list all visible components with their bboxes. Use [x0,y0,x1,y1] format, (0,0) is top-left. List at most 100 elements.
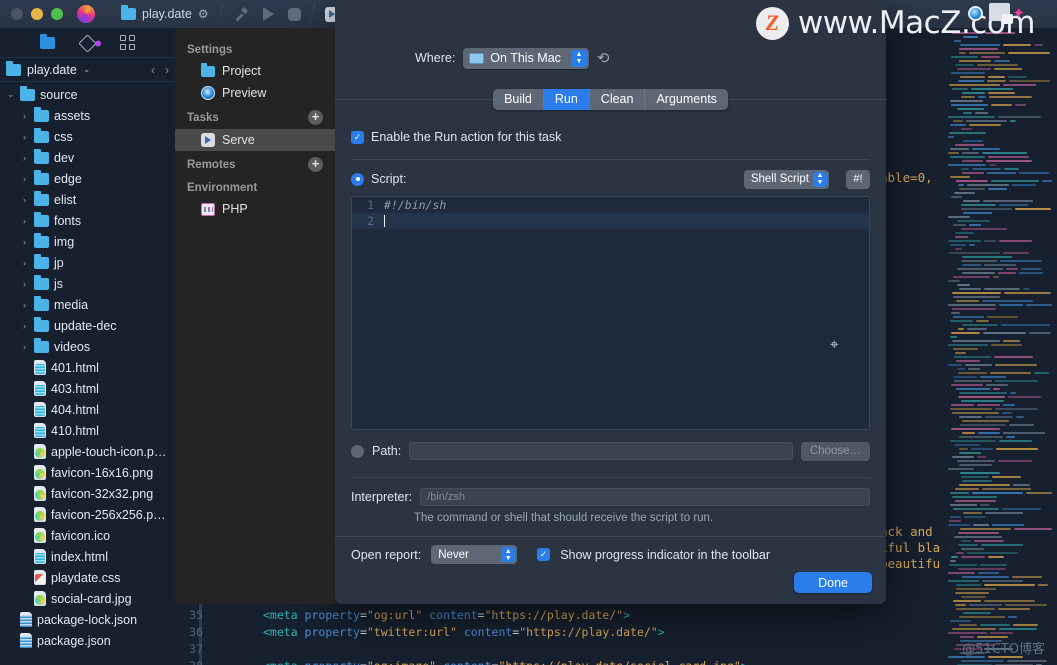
tree-item[interactable]: › js [0,273,175,294]
tab-build[interactable]: Build [493,88,544,110]
minimap-line [959,188,985,190]
tree-item[interactable]: index.html [0,546,175,567]
script-radio[interactable] [351,172,364,186]
gear-icon[interactable]: ⚙ [198,7,209,21]
choose-button[interactable]: Choose… [800,441,870,461]
tabs[interactable]: Build Run Clean Arguments [493,88,728,110]
minimap-line [1003,252,1029,254]
enable-run-row[interactable]: ✓ Enable the Run action for this task [351,126,870,148]
tree-item[interactable]: › edge [0,168,175,189]
script-type-popup[interactable]: Shell Script ▲ ▼ [743,169,829,189]
code-line-text: <meta property="og:url" content="https:/… [263,608,631,622]
tree-item[interactable]: apple-touch-icon.p… [0,441,175,462]
chevron-right-icon[interactable]: › [20,216,29,226]
code-minimap[interactable] [940,28,1057,665]
tab-run[interactable]: Run [543,88,590,110]
progress-indicator-checkbox[interactable]: ✓ [537,548,551,561]
tree-item[interactable]: › css [0,126,175,147]
minimap-line [1010,120,1016,122]
tree-item-label: apple-touch-icon.p… [51,444,167,459]
tree-item[interactable]: › update-dec [0,315,175,336]
minimap-line [998,116,1041,118]
chevron-right-icon[interactable]: › [20,132,29,142]
chevron-right-icon[interactable]: › [20,153,29,163]
nav-item-project[interactable]: Project [175,60,335,82]
tree-item[interactable]: › media [0,294,175,315]
zoom-button[interactable] [51,8,63,20]
tree-item[interactable]: › dev [0,147,175,168]
project-selector[interactable]: play.date ⌄ ‹ › [0,58,175,82]
enable-run-checkbox[interactable]: ✓ [351,130,364,144]
tree-item[interactable]: › jp [0,252,175,273]
nav-item-serve[interactable]: Serve [175,129,335,151]
open-report-popup[interactable]: Never ▲ ▼ [431,545,518,564]
tree-item[interactable]: › assets [0,105,175,126]
chevron-right-icon[interactable]: › [20,342,29,352]
chevron-right-icon[interactable]: › [20,279,29,289]
tree-item[interactable]: favicon.ico [0,525,175,546]
add-tasks-button[interactable]: + [308,110,323,125]
chevron-down-icon[interactable]: ⌄ [6,89,15,100]
tree-item[interactable]: social-card.jpg [0,588,175,609]
nav-item-preview[interactable]: Preview [175,82,335,104]
nav-item-php[interactable]: PHP [175,198,335,220]
add-remotes-button[interactable]: + [308,157,323,172]
nav-forward-button[interactable]: › [165,63,169,77]
revert-icon[interactable]: ⟲ [597,49,610,67]
project-tab[interactable]: play.date ⚙ [109,0,221,28]
chevron-right-icon[interactable]: › [20,258,29,268]
done-button[interactable]: Done [794,572,872,593]
path-input[interactable] [409,442,793,460]
source-control-icon[interactable] [77,33,97,53]
tree-item[interactable]: 401.html [0,357,175,378]
minimap-line [959,436,1003,438]
nav-back-button[interactable]: ‹ [151,63,155,77]
minimize-button[interactable] [31,8,43,20]
minimap-line [949,84,1000,86]
tree-item[interactable]: › videos [0,336,175,357]
hammer-icon[interactable] [233,6,249,22]
chevron-right-icon[interactable]: › [20,174,29,184]
hashbang-button[interactable]: #! [846,169,870,189]
tree-item[interactable]: favicon-16x16.png [0,462,175,483]
minimap-line [950,408,992,410]
tree-item[interactable]: playdate.css [0,567,175,588]
tree-item[interactable]: 410.html [0,420,175,441]
chevron-right-icon[interactable]: › [20,237,29,247]
file-tree[interactable]: ⌄ source › assets › css › dev › edge › elist › fonts ›… [0,82,175,665]
tree-item[interactable]: › img [0,231,175,252]
tree-item[interactable]: 403.html [0,378,175,399]
tab-clean[interactable]: Clean [590,88,646,110]
chevron-right-icon[interactable]: › [20,321,29,331]
tree-item[interactable]: favicon-256x256.p… [0,504,175,525]
script-line-number: 2 [367,214,374,228]
minimap-line [962,576,1009,578]
tree-item[interactable]: › fonts [0,210,175,231]
chevron-down-icon[interactable]: ⌄ [83,64,91,75]
minimap-line [965,364,992,366]
script-editor[interactable]: 1 #!/bin/sh 2 ⌖ [351,196,870,430]
tab-arguments[interactable]: Arguments [645,89,727,110]
chevron-right-icon[interactable]: › [20,300,29,310]
chevron-right-icon[interactable]: › [20,195,29,205]
tree-item[interactable]: package.json [0,630,175,651]
chevron-right-icon[interactable]: › [20,111,29,121]
tree-item[interactable]: ⌄ source [0,84,175,105]
interpreter-input[interactable]: /bin/zsh [420,488,870,506]
grid-icon[interactable] [119,34,136,51]
path-radio[interactable] [351,444,364,458]
settings-nav-panel[interactable]: Settings Project Preview Tasks + Serve Remotes… [175,28,335,604]
tree-item[interactable]: › elist [0,189,175,210]
files-icon[interactable] [39,33,55,49]
stop-icon[interactable] [287,7,301,21]
tree-item[interactable]: package-lock.json [0,609,175,630]
minimap-line [973,524,989,526]
close-button[interactable] [11,8,23,20]
tree-item[interactable]: favicon-32x32.png [0,483,175,504]
minimap-line [954,356,991,358]
where-popup-button[interactable]: On This Mac ▲ ▼ [463,47,589,69]
minimap-line [1009,424,1034,426]
code-line: 36 <meta property="twitter:url" content="… [175,625,665,639]
tree-item[interactable]: 404.html [0,399,175,420]
play-icon[interactable] [262,7,274,21]
